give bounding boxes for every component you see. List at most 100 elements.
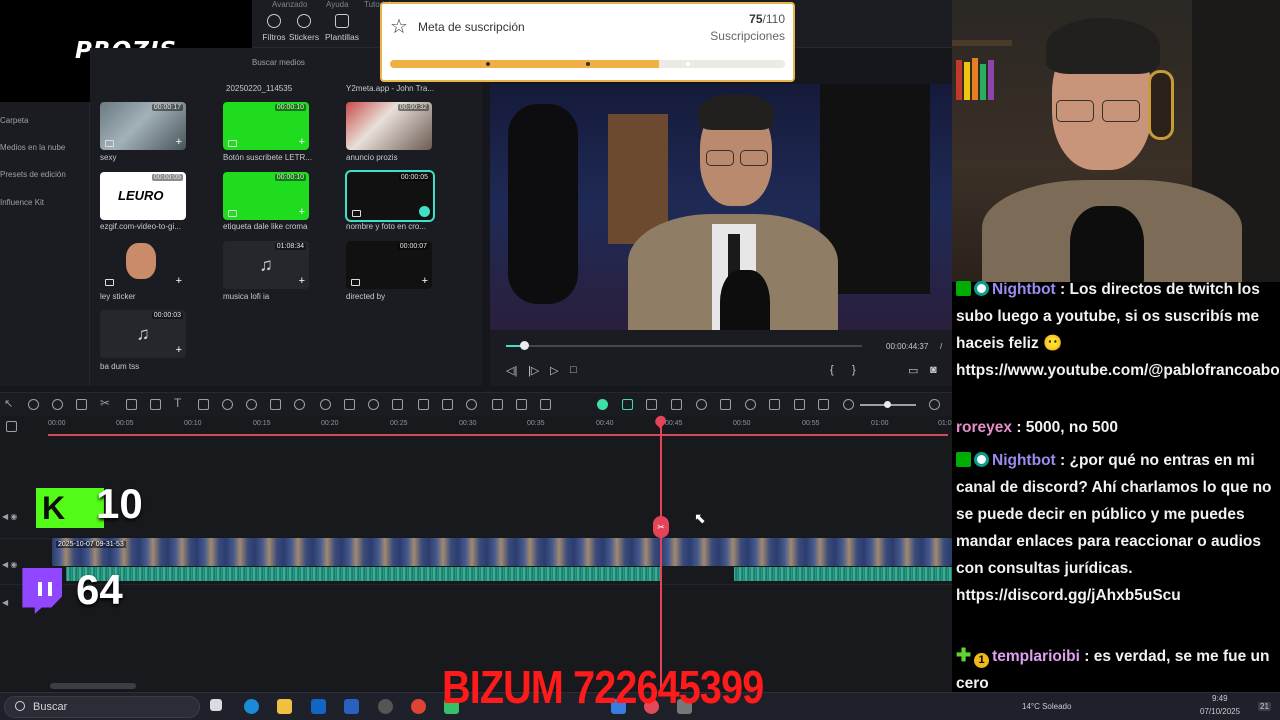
- media-thumb-lofi-music[interactable]: 01:08:34 ♫ +: [223, 241, 309, 289]
- zoom-slider[interactable]: [860, 401, 916, 408]
- word-icon[interactable]: [344, 699, 359, 714]
- display-icon[interactable]: ▭: [908, 364, 918, 377]
- list-icon[interactable]: [769, 399, 780, 410]
- add-icon[interactable]: +: [176, 136, 182, 148]
- media-thumb-ba-dum-tss[interactable]: 00:00:03 ♫ +: [100, 310, 186, 358]
- text-icon[interactable]: T: [174, 396, 185, 410]
- taskbar-search[interactable]: Buscar: [4, 696, 200, 718]
- step-play-icon[interactable]: |▷: [528, 364, 539, 377]
- chat-username[interactable]: Nightbot: [992, 281, 1056, 298]
- add-icon[interactable]: +: [422, 275, 428, 287]
- clock-time[interactable]: 9:49: [1212, 694, 1228, 703]
- chat-username[interactable]: Nightbot: [992, 452, 1056, 469]
- templates-button[interactable]: Plantillas: [320, 14, 364, 42]
- crop-icon[interactable]: [126, 399, 137, 410]
- clock-date[interactable]: 07/10/2025: [1200, 707, 1240, 716]
- play-icon[interactable]: ▷: [550, 364, 558, 377]
- undo-icon[interactable]: [28, 399, 39, 410]
- media-search-input[interactable]: Buscar medios: [252, 58, 305, 67]
- marker-icon[interactable]: [646, 399, 657, 410]
- render-icon[interactable]: [671, 399, 682, 410]
- track-manager-icon[interactable]: [6, 421, 17, 432]
- preview-scrubber[interactable]: [506, 341, 862, 350]
- fit-icon[interactable]: [818, 399, 829, 410]
- menu-avanzado[interactable]: Avanzado: [272, 0, 307, 9]
- redo-icon[interactable]: [52, 399, 63, 410]
- ai-tools-icon[interactable]: [492, 399, 503, 410]
- select-tool-icon[interactable]: ↖: [4, 397, 15, 410]
- color-icon[interactable]: [246, 399, 257, 410]
- transform-icon[interactable]: [198, 399, 209, 410]
- menu-ayuda[interactable]: Ayuda: [326, 0, 349, 9]
- timeline-scrollbar[interactable]: [50, 683, 136, 689]
- media-thumb-sexy[interactable]: 00:00:17 +: [100, 102, 186, 150]
- video-clip[interactable]: 2025-10-07 09-31-53: [52, 538, 952, 566]
- file-explorer-icon[interactable]: [277, 699, 292, 714]
- speed-icon[interactable]: [222, 399, 233, 410]
- media-thumb-ley-sticker[interactable]: +: [100, 241, 186, 289]
- chat-username[interactable]: roreyex: [956, 419, 1012, 436]
- sidebar-item-cloud[interactable]: Medios en la nube: [0, 143, 65, 152]
- media-thumb-ezgif[interactable]: 00:00:05 LEURO: [100, 172, 186, 220]
- ruler-tick: 00:20: [321, 420, 339, 427]
- subtitle-icon[interactable]: [794, 399, 805, 410]
- media-thumb-prozis-ad[interactable]: 00:00:32: [346, 102, 432, 150]
- audio-mixer-icon[interactable]: [442, 399, 453, 410]
- freeze-icon[interactable]: [418, 399, 429, 410]
- task-view-icon[interactable]: [210, 699, 222, 711]
- media-thumb-name-photo[interactable]: 00:00:05: [345, 170, 435, 222]
- split-icon[interactable]: ✂: [100, 396, 111, 410]
- add-icon[interactable]: +: [299, 206, 305, 218]
- zoom-in-icon[interactable]: [929, 399, 940, 410]
- mark-in-icon[interactable]: {: [830, 364, 834, 376]
- media-thumb-directed-by[interactable]: 00:00:07 +: [346, 241, 432, 289]
- shield-icon[interactable]: [720, 399, 731, 410]
- zoom-slider-handle[interactable]: [884, 401, 891, 408]
- delete-icon[interactable]: [76, 399, 87, 410]
- link-icon[interactable]: [622, 399, 633, 410]
- weather-widget[interactable]: 14°C Soleado: [1022, 702, 1071, 711]
- outlook-icon[interactable]: [311, 699, 326, 714]
- obs-icon[interactable]: [378, 699, 393, 714]
- stop-icon[interactable]: □: [570, 364, 577, 376]
- mic-icon[interactable]: [745, 399, 756, 410]
- preview-scrub-handle[interactable]: [519, 341, 529, 350]
- rotate-icon[interactable]: [368, 399, 379, 410]
- play-range-icon[interactable]: [696, 399, 707, 410]
- add-icon[interactable]: +: [299, 136, 305, 148]
- playhead[interactable]: [660, 418, 662, 690]
- chat-username[interactable]: templarioibi: [992, 648, 1080, 665]
- audio-waveform[interactable]: [66, 567, 952, 581]
- chrome-icon[interactable]: [411, 699, 426, 714]
- sidebar-item-folder[interactable]: Carpeta: [0, 116, 28, 125]
- stabilize-icon[interactable]: [294, 399, 305, 410]
- zoom-out-icon[interactable]: [843, 399, 854, 410]
- adjust-icon[interactable]: [392, 399, 403, 410]
- mask-icon[interactable]: [344, 399, 355, 410]
- compound-clip-icon[interactable]: [540, 399, 551, 410]
- add-icon[interactable]: +: [176, 344, 182, 356]
- snap-toggle-icon[interactable]: [597, 399, 608, 410]
- media-thumb-subscribe-button[interactable]: 00:00:10 +: [223, 102, 309, 150]
- group-icon[interactable]: [516, 399, 527, 410]
- add-icon[interactable]: +: [299, 275, 305, 287]
- timer-icon[interactable]: [320, 399, 331, 410]
- split-at-playhead-icon[interactable]: ✂: [653, 516, 669, 538]
- snapshot-icon[interactable]: ◙: [930, 364, 937, 376]
- sidebar-item-presets[interactable]: Presets de edición: [0, 170, 66, 179]
- add-icon[interactable]: +: [176, 275, 182, 287]
- edge-icon[interactable]: [244, 699, 259, 714]
- sidebar-item-influence-kit[interactable]: Influence Kit: [0, 198, 44, 207]
- keyframe-icon[interactable]: [270, 399, 281, 410]
- prev-frame-icon[interactable]: ◁|: [506, 364, 517, 377]
- track-2-mute-icon[interactable]: ◀ ◉: [2, 512, 17, 521]
- detach-audio-icon[interactable]: [466, 399, 477, 410]
- mark-out-icon[interactable]: }: [852, 364, 856, 376]
- media-thumb-like-label[interactable]: 00:00:10 +: [223, 172, 309, 220]
- track-1-mute-icon[interactable]: ◀ ◉: [2, 560, 17, 569]
- timeline-ruler[interactable]: 00:00 00:05 00:10 00:15 00:20 00:25 00:3…: [0, 416, 956, 438]
- subscription-goal-widget: ☆ Meta de suscripción 75/110 Suscripcion…: [380, 2, 795, 82]
- audio-track-mute-icon[interactable]: ◀: [2, 598, 8, 607]
- trim-icon[interactable]: [150, 399, 161, 410]
- notification-badge[interactable]: 21: [1258, 702, 1271, 711]
